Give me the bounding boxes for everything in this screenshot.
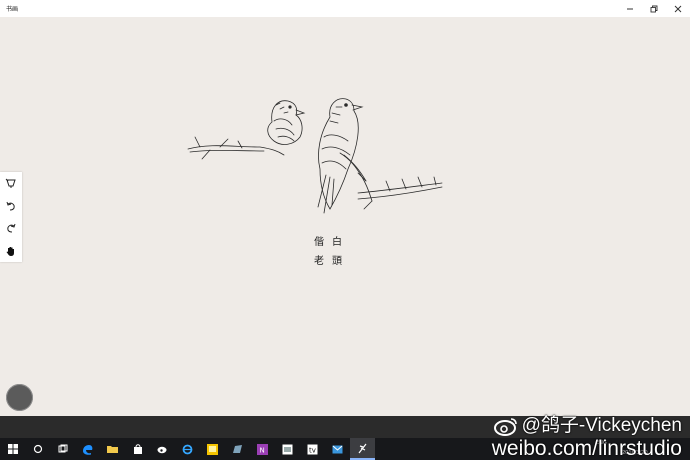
undo-icon (6, 201, 15, 211)
bird-ink-drawing (187, 98, 443, 214)
minimize-icon (627, 8, 633, 9)
app-icon (282, 444, 293, 454)
taskbar-onenote[interactable]: N (250, 438, 275, 460)
minimize-button[interactable] (618, 0, 642, 17)
mail-icon (332, 445, 343, 453)
floating-action-button[interactable] (6, 384, 33, 411)
taskbar-edge[interactable] (75, 438, 100, 460)
redo-button[interactable] (3, 220, 19, 236)
caption-char: 老 (314, 256, 324, 267)
caption-char: 白 (332, 237, 342, 248)
title-bar: 书画 (0, 0, 690, 17)
close-button[interactable] (666, 0, 690, 17)
ie-icon (182, 444, 193, 454)
taskbar-file-explorer[interactable] (100, 438, 125, 460)
window-controls (618, 0, 690, 17)
weibo-icon (157, 446, 167, 454)
tool-palette (0, 172, 22, 262)
taskbar-tv[interactable]: tv (300, 438, 325, 460)
watermark-line1: @鸽子-Vickeychen (492, 414, 682, 437)
weibo-watermark: @鸽子-Vickeychen weibo.com/linrstudio (492, 414, 682, 460)
taskbar-sticky[interactable] (200, 438, 225, 460)
app-icon (233, 444, 242, 453)
taskbar-app-white[interactable] (275, 438, 300, 460)
store-icon (133, 444, 142, 454)
cortana-button[interactable] (25, 438, 50, 460)
caption-char: 偕 (314, 237, 324, 248)
taskbar-shuhua[interactable] (350, 438, 375, 460)
tv-icon: tv (307, 444, 318, 454)
edge-icon (83, 444, 93, 455)
search-icon (33, 444, 42, 454)
svg-text:N: N (260, 446, 265, 454)
undo-button[interactable] (3, 198, 19, 214)
taskbar-weibo[interactable] (150, 438, 175, 460)
task-view-button[interactable] (50, 438, 75, 460)
redo-icon (7, 224, 16, 233)
hand-icon (6, 246, 14, 256)
taskbar-store[interactable] (125, 438, 150, 460)
taskbar-ie[interactable] (175, 438, 200, 460)
brush-tool-button[interactable] (3, 175, 19, 191)
start-button[interactable] (0, 438, 25, 460)
maximize-button[interactable] (642, 0, 666, 17)
drawing-canvas[interactable]: 偕 白 老 頭 (0, 17, 690, 416)
window-title: 书画 (6, 6, 19, 13)
taskbar-mail[interactable] (325, 438, 350, 460)
weibo-logo-icon (493, 417, 517, 436)
watermark-url: weibo.com/linrstudio (491, 437, 682, 460)
brush-icon (5, 178, 16, 189)
onenote-icon: N (257, 443, 268, 455)
windows-logo-icon (7, 444, 18, 454)
pan-button[interactable] (3, 243, 19, 259)
folder-icon (107, 446, 118, 453)
close-icon (674, 5, 682, 12)
restore-icon (650, 5, 658, 12)
caption-char: 頭 (332, 256, 342, 267)
drawing-caption: 偕 白 老 頭 (310, 233, 346, 267)
task-view-icon (58, 444, 67, 453)
note-icon (207, 443, 218, 455)
watermark-handle: @鸽子-Vickeychen (521, 415, 682, 436)
svg-text:tv: tv (309, 446, 316, 454)
brush-icon (358, 443, 367, 453)
taskbar-app-gray[interactable] (225, 438, 250, 460)
